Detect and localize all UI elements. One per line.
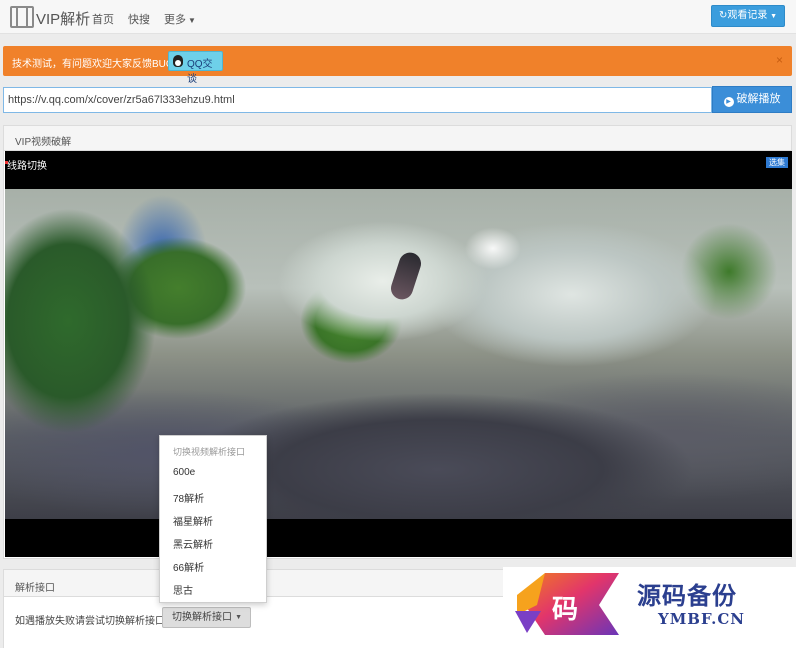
video-frame[interactable]: [5, 189, 792, 519]
alert-text: 技术测试，有问题欢迎大家反馈BUG!: [12, 59, 177, 70]
interface-panel-title: 解析接口: [15, 583, 55, 594]
switch-interface-button[interactable]: 切换解析接口 ▼: [162, 607, 251, 628]
dropdown-item-fuxing[interactable]: 福星解析: [173, 513, 213, 528]
caret-down-icon: ▼: [770, 13, 778, 20]
route-switch-label[interactable]: 线路切换: [5, 157, 47, 172]
nav-link-more[interactable]: 更多 ▼: [164, 11, 196, 27]
parse-play-label: 破解播放: [736, 93, 781, 105]
notice-alert: 技术测试，有问题欢迎大家反馈BUG! QQ交谈 ×: [3, 46, 792, 85]
parse-play-button[interactable]: ▶ 破解播放: [712, 86, 792, 113]
qq-chat-button[interactable]: QQ交谈: [168, 51, 223, 85]
history-label: 观看记录: [727, 10, 768, 21]
play-circle-icon: ▶: [723, 97, 734, 107]
interface-dropdown-menu: 切换视频解析接口 600e 78解析 福星解析 黑云解析 66解析 思古: [159, 435, 267, 603]
caret-down-icon: ▼: [235, 614, 242, 621]
watermark-name-cn: 源码备份: [637, 581, 737, 610]
qq-chat-label: QQ交谈: [187, 59, 213, 85]
panel-heading: VIP视频破解: [4, 126, 791, 151]
dropdown-item-66[interactable]: 66解析: [173, 559, 204, 574]
panel-title: VIP视频破解: [15, 137, 72, 148]
close-icon[interactable]: ×: [776, 53, 783, 67]
watermark-logo: 码 源码备份 YMBF.CN: [503, 567, 796, 648]
watermark-char: 码: [552, 595, 579, 625]
episode-button[interactable]: 选集: [766, 157, 788, 168]
qq-penguin-icon: [173, 55, 183, 67]
film-icon: [10, 6, 34, 28]
nav-link-quick-search[interactable]: 快搜: [128, 11, 150, 27]
dropdown-item-heiyun[interactable]: 黑云解析: [173, 536, 213, 551]
dropdown-item-sigu[interactable]: 思古: [173, 582, 193, 597]
interface-hint: 如遇播放失败请尝试切换解析接口: [15, 616, 165, 627]
dropdown-item-600e[interactable]: 600e: [173, 467, 195, 478]
interface-panel-body: 如遇播放失败请尝试切换解析接口 切换解析接口 ▼: [3, 597, 503, 648]
switch-interface-label: 切换解析接口: [172, 612, 232, 623]
history-button[interactable]: ↻观看记录 ▼: [711, 5, 785, 27]
dropdown-header: 切换视频解析接口: [173, 447, 246, 457]
dropdown-item-78[interactable]: 78解析: [173, 490, 204, 505]
navbar: VIP解析 首页 快搜 更多 ▼ ↻观看记录 ▼: [0, 0, 796, 34]
logo-text[interactable]: VIP解析: [36, 8, 90, 29]
caret-down-icon: ▼: [188, 16, 196, 25]
nav-link-home[interactable]: 首页: [92, 11, 114, 27]
watermark-name-en: YMBF.CN: [658, 610, 746, 628]
nav-more-label: 更多: [164, 14, 186, 26]
video-subject: [388, 249, 424, 303]
url-input[interactable]: [3, 87, 712, 113]
video-player[interactable]: 线路切换 选集: [5, 151, 792, 557]
